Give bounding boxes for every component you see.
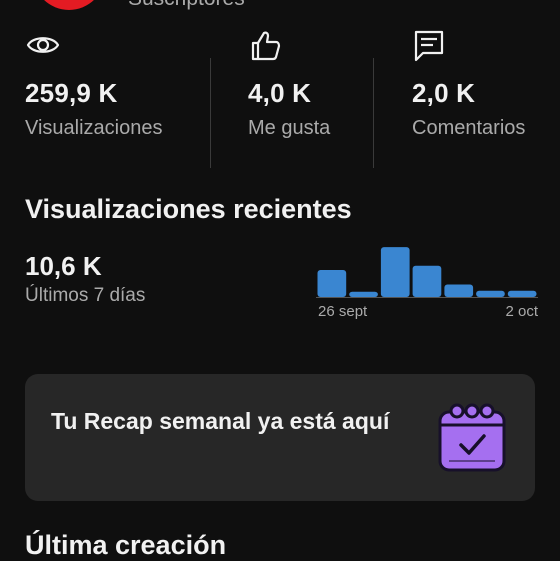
chart-bar-0 bbox=[317, 270, 347, 297]
chart-tick-end: 2 oct bbox=[505, 303, 538, 320]
stat-divider bbox=[373, 58, 374, 168]
stat-comments[interactable]: 2,0 K Comentarios bbox=[412, 28, 525, 140]
calendar-check-icon bbox=[435, 401, 509, 480]
recent-views-chart[interactable]: 26 sept 2 oct bbox=[316, 240, 538, 325]
chart-bar-4 bbox=[444, 284, 474, 297]
recent-views-value: 10,6 K bbox=[25, 251, 102, 281]
eye-icon bbox=[25, 28, 163, 62]
chart-bar-5 bbox=[476, 290, 505, 297]
stat-likes[interactable]: 4,0 K Me gusta bbox=[248, 28, 330, 140]
channel-avatar[interactable] bbox=[33, 0, 105, 10]
stat-value: 4,0 K bbox=[248, 78, 312, 108]
recent-views-title: Visualizaciones recientes bbox=[25, 194, 352, 224]
chart-bar-6 bbox=[507, 290, 537, 297]
chart-bar-2 bbox=[380, 247, 410, 297]
weekly-recap-card[interactable]: Tu Recap semanal ya está aquí bbox=[25, 374, 535, 501]
chart-tick-start: 26 sept bbox=[318, 303, 368, 320]
stat-value: 259,9 K bbox=[25, 78, 118, 108]
thumbs-up-icon bbox=[248, 28, 330, 62]
stat-value: 2,0 K bbox=[412, 78, 476, 108]
stat-label: Me gusta bbox=[248, 117, 331, 139]
stat-label: Visualizaciones bbox=[25, 117, 163, 139]
comment-icon bbox=[412, 28, 525, 62]
last-creation-title: Última creación bbox=[25, 530, 227, 560]
bar-chart bbox=[316, 247, 538, 298]
recap-text: Tu Recap semanal ya está aquí bbox=[51, 408, 390, 434]
chart-bar-1 bbox=[349, 291, 378, 297]
stats-row: 259,9 K Visualizaciones 4,0 K Me gusta 2… bbox=[0, 28, 560, 168]
chart-bar-3 bbox=[412, 265, 442, 297]
stat-views[interactable]: 259,9 K Visualizaciones bbox=[25, 28, 163, 140]
subscribers-label: Suscriptores bbox=[128, 0, 245, 11]
stat-divider bbox=[210, 58, 211, 168]
stat-label: Comentarios bbox=[412, 117, 526, 139]
recent-views-period: Últimos 7 días bbox=[25, 285, 146, 306]
channel-header: Suscriptores bbox=[0, 0, 560, 14]
